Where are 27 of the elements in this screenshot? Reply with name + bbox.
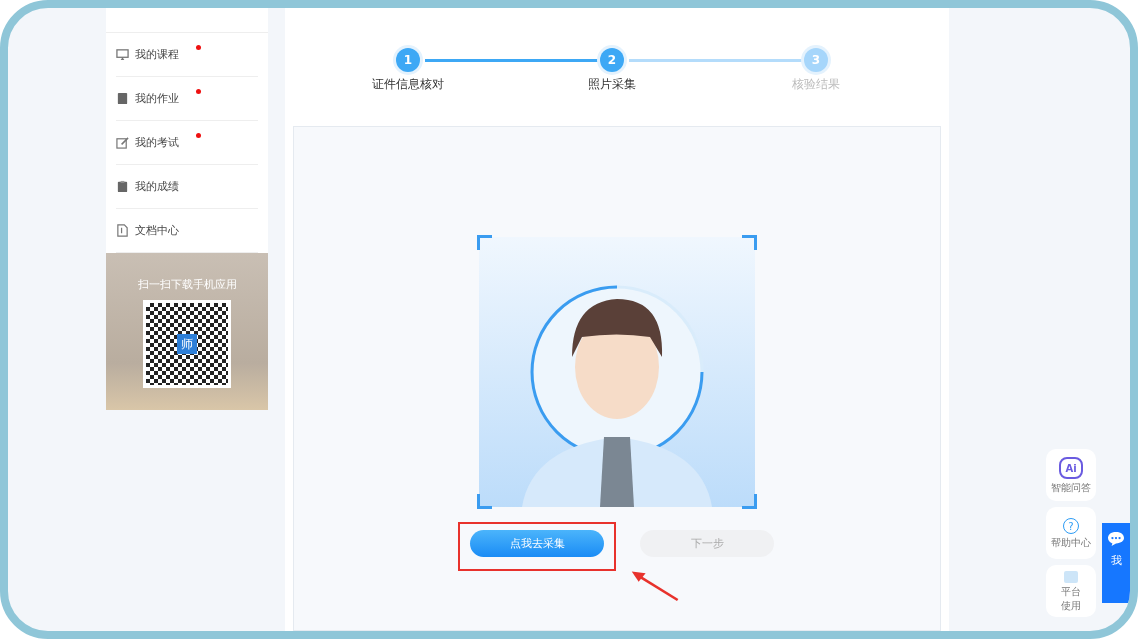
tool-label: 智能问答	[1051, 482, 1091, 493]
float-tool[interactable]: 平台 使用	[1046, 565, 1096, 617]
edit-icon	[116, 136, 129, 149]
float-tool[interactable]: ? 帮助中心	[1046, 507, 1096, 559]
ai-chat-icon: Ai	[1059, 457, 1083, 479]
sidebar-item[interactable]: 我的考试	[116, 121, 258, 165]
step-label: 核验结果	[792, 76, 840, 93]
tool-label: 帮助中心	[1051, 537, 1091, 548]
step-label: 证件信息核对	[372, 76, 444, 93]
step-number: 3	[804, 48, 828, 72]
sidebar-item[interactable]: 我的作业	[116, 77, 258, 121]
sidebar-item[interactable]: 我的课程	[116, 33, 258, 77]
step-number: 1	[396, 48, 420, 72]
tool-label: 平台	[1061, 586, 1081, 597]
chat-bubble-icon	[1107, 531, 1125, 547]
step-number: 2	[600, 48, 624, 72]
clipboard-icon	[116, 180, 129, 193]
document-icon	[116, 224, 129, 237]
qr-logo: 师	[177, 334, 197, 354]
capture-button[interactable]: 点我去采集	[470, 530, 604, 557]
monitor-icon	[116, 48, 129, 61]
step-label: 照片采集	[588, 76, 636, 93]
float-tool[interactable]: Ai 智能问答	[1046, 449, 1096, 501]
chat-button[interactable]: 我	[1102, 523, 1130, 603]
tool-label: 使用	[1061, 600, 1081, 611]
sidebar-item[interactable]: 我的成绩	[116, 165, 258, 209]
book-icon	[116, 92, 129, 105]
